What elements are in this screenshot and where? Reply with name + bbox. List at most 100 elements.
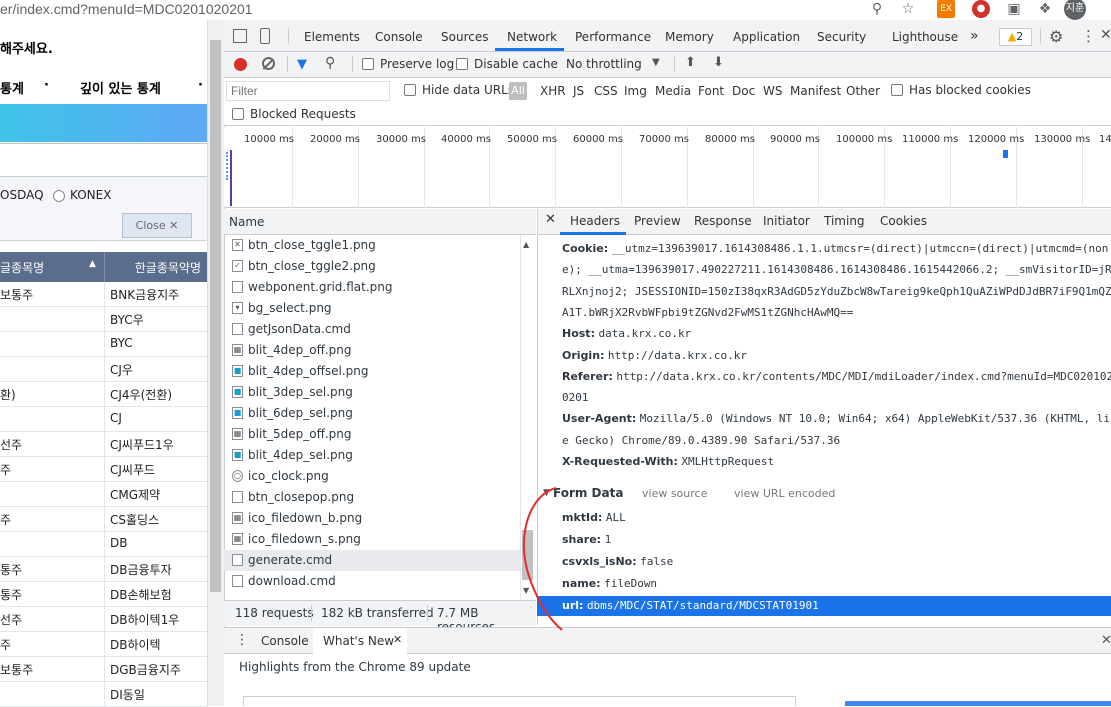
star-icon[interactable]: ☆	[899, 0, 917, 18]
request-row[interactable]: ▦ ico_filedown_b.png	[224, 508, 520, 529]
column-header-name[interactable]: 글종목명	[0, 259, 100, 276]
request-row[interactable]: ▾ bg_select.png	[224, 298, 520, 319]
request-row[interactable]: ▦ ico_filedown_s.png	[224, 529, 520, 550]
tab-elements[interactable]: Elements	[304, 30, 360, 44]
puzzle-icon[interactable]: ❖	[1036, 0, 1054, 18]
table-row[interactable]: 통주 DB금융투자	[0, 557, 207, 582]
form-data-field[interactable]: share: 1	[562, 529, 611, 550]
type-filter-manifest[interactable]: Manifest	[790, 84, 841, 98]
drawer-tab-whats-new[interactable]: What's New ✕	[313, 628, 407, 654]
table-row[interactable]: BYC우	[0, 307, 207, 332]
table-row[interactable]: 선주 DB하이텍1우	[0, 607, 207, 632]
type-filter-xhr[interactable]: XHR	[540, 84, 566, 98]
has-blocked-cookies-label[interactable]: Has blocked cookies	[909, 83, 1031, 97]
image-extension-icon[interactable]: ▣	[1005, 0, 1023, 18]
table-row[interactable]: DI동일	[0, 682, 207, 707]
tab-lighthouse[interactable]: Lighthouse	[892, 30, 958, 44]
preserve-log-checkbox[interactable]	[362, 58, 374, 70]
scroll-up-icon[interactable]: ▲	[523, 240, 529, 249]
export-har-icon[interactable]: ⬇	[713, 55, 724, 70]
import-har-icon[interactable]: ⬆	[685, 55, 696, 70]
clear-icon[interactable]	[262, 57, 275, 70]
device-toolbar-icon[interactable]	[260, 28, 270, 44]
detail-tab-timing[interactable]: Timing	[824, 214, 865, 228]
close-icon[interactable]: ✕	[393, 633, 402, 646]
type-filter-css[interactable]: CSS	[594, 84, 618, 98]
expand-triangle-icon[interactable]: ▼	[543, 488, 550, 498]
table-row[interactable]: 통주 DB손해보험	[0, 582, 207, 607]
blocked-requests-checkbox[interactable]	[232, 108, 244, 120]
search-icon[interactable]: ⚲	[325, 55, 335, 71]
tab-memory[interactable]: Memory	[665, 30, 714, 44]
request-row[interactable]: ✕ btn_close_tggle1.png	[224, 235, 520, 256]
table-row[interactable]: 선주 CJ씨푸드1우	[0, 432, 207, 457]
close-drawer-icon[interactable]: ✕	[1101, 633, 1111, 648]
close-detail-icon[interactable]: ✕	[545, 212, 556, 227]
request-row[interactable]: ✓ btn_close_tggle2.png	[224, 256, 520, 277]
hide-data-urls-label[interactable]: Hide data URLs	[422, 83, 514, 97]
inspect-icon[interactable]	[233, 29, 247, 43]
has-blocked-cookies-checkbox[interactable]	[891, 84, 903, 96]
sort-icon[interactable]: ▲	[89, 259, 96, 269]
type-filter-img[interactable]: Img	[624, 84, 647, 98]
requests-scrollbar-thumb[interactable]	[522, 530, 533, 580]
type-filter-other[interactable]: Other	[846, 84, 880, 98]
tab-statistics[interactable]: 통계	[0, 78, 24, 97]
tab-console[interactable]: Console	[375, 30, 423, 44]
settings-gear-icon[interactable]: ⚙	[1049, 27, 1063, 46]
table-row[interactable]: 보통주 DGB금융지주	[0, 657, 207, 682]
request-row[interactable]: ▦ blit_4dep_off.png	[224, 340, 520, 361]
blocked-requests-label[interactable]: Blocked Requests	[250, 107, 356, 121]
request-row[interactable]: ■ blit_4dep_sel.png	[224, 445, 520, 466]
table-row[interactable]: 주 CJ씨푸드	[0, 457, 207, 482]
warnings-badge[interactable]: ▲2	[999, 28, 1032, 46]
request-row[interactable]: generate.cmd	[224, 550, 520, 571]
request-row[interactable]: btn_closepop.png	[224, 487, 520, 508]
table-row[interactable]: CJ우	[0, 357, 207, 382]
kebab-menu-icon[interactable]: ⋮	[1081, 27, 1096, 45]
preserve-log-label[interactable]: Preserve log	[380, 57, 454, 71]
close-button[interactable]: Close ✕	[122, 213, 192, 238]
form-data-field[interactable]: name: fileDown	[562, 573, 657, 594]
tab-security[interactable]: Security	[817, 30, 866, 44]
detail-tab-cookies[interactable]: Cookies	[880, 214, 927, 228]
tab-sources[interactable]: Sources	[441, 30, 488, 44]
form-data-field[interactable]: mktId: ALL	[562, 507, 626, 528]
type-filter-ws[interactable]: WS	[763, 84, 782, 98]
record-icon[interactable]	[234, 58, 247, 71]
type-filter-all[interactable]: All	[509, 82, 527, 100]
detail-tab-initiator[interactable]: Initiator	[763, 214, 810, 228]
type-filter-js[interactable]: JS	[573, 84, 584, 98]
tab-application[interactable]: Application	[733, 30, 800, 44]
market-konex-label[interactable]: KONEX	[70, 188, 111, 202]
view-url-encoded-link[interactable]: view URL encoded	[734, 487, 835, 500]
detail-tab-headers[interactable]: Headers	[570, 214, 620, 228]
table-row[interactable]: 보통주 BNK금융지주	[0, 282, 207, 307]
scroll-down-icon[interactable]: ▼	[523, 586, 529, 595]
filter-funnel-icon[interactable]: ▼	[297, 57, 307, 72]
page-scrollbar-thumb[interactable]	[210, 40, 221, 592]
detail-tab-preview[interactable]: Preview	[634, 214, 681, 228]
request-row[interactable]: getJsonData.cmd	[224, 319, 520, 340]
extension-ex-icon[interactable]: EX	[937, 0, 955, 18]
request-row[interactable]: ■ blit_3dep_sel.png	[224, 382, 520, 403]
drawer-menu-icon[interactable]: ⋮	[235, 632, 249, 648]
view-source-link[interactable]: view source	[642, 487, 707, 500]
chevron-down-icon[interactable]: ▼	[652, 57, 660, 68]
table-row[interactable]: 환) CJ4우(전환)	[0, 382, 207, 407]
form-data-title[interactable]: Form Data	[553, 486, 623, 500]
request-row[interactable]: ▦ blit_5dep_off.png	[224, 424, 520, 445]
more-tabs-icon[interactable]: »	[970, 28, 979, 44]
disable-cache-label[interactable]: Disable cache	[474, 57, 558, 71]
table-row[interactable]: 주 DB하이텍	[0, 632, 207, 657]
name-column-header[interactable]: Name	[229, 215, 264, 229]
table-row[interactable]: 주 CS홀딩스	[0, 507, 207, 532]
request-row[interactable]: ■ blit_6dep_sel.png	[224, 403, 520, 424]
type-filter-doc[interactable]: Doc	[732, 84, 755, 98]
tab-in-depth-statistics[interactable]: 깊이 있는 통계	[80, 78, 161, 97]
request-row[interactable]: download.cmd	[224, 571, 520, 592]
column-header-short-name[interactable]: 한글종목약명	[107, 259, 205, 276]
zoom-icon[interactable]: ⚲	[868, 0, 886, 18]
form-data-field[interactable]: url: dbms/MDC/STAT/standard/MDCSTAT01901	[562, 595, 819, 616]
type-filter-media[interactable]: Media	[655, 84, 691, 98]
